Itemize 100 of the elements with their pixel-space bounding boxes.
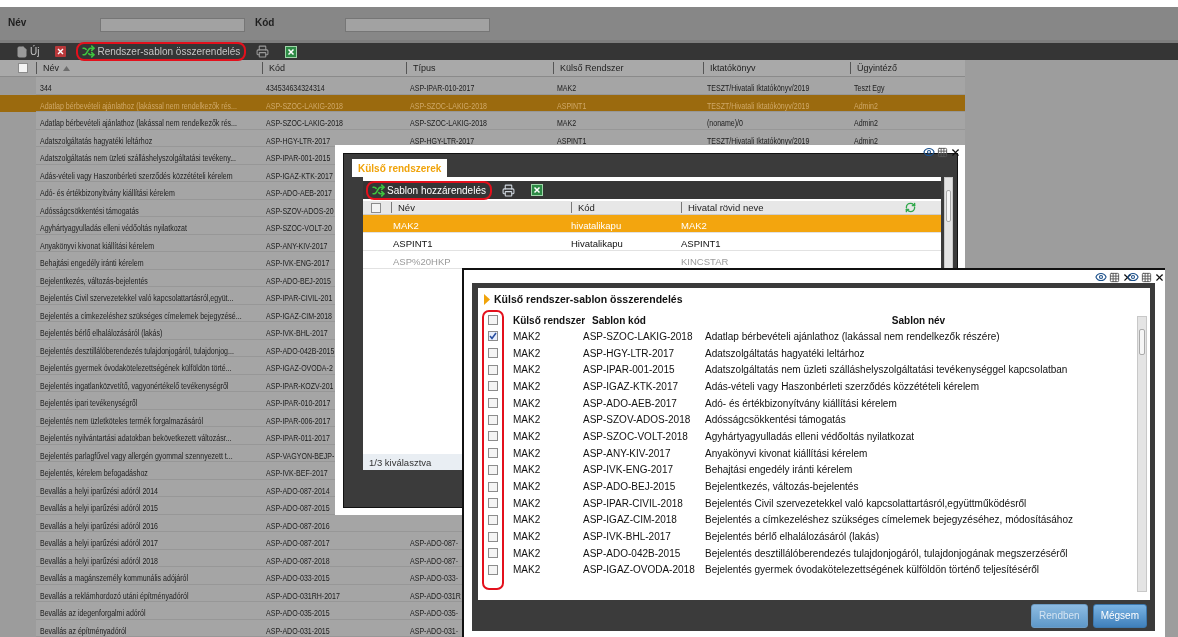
table-cell: ASP-IPAR-011-2017 xyxy=(266,432,330,443)
table-row[interactable]: Adatlap bérbevételi ajánlathoz (lakással nem rendelkezők rés... ASP-SZOC-LAKIG-2018 ASP-SZOC-LAKIG-2018 MAK2 (noname)/0 Admin2 xyxy=(0,112,965,130)
table-cell: Bejelentés a címkezeléshez szükséges címelemek bejegyzésé... xyxy=(40,309,242,321)
table-cell-text: Adósságcsökkentési támogatás xyxy=(704,414,847,426)
column-header[interactable]: Név xyxy=(43,63,59,73)
table-cell: Bevallás a helyi iparűzési adóról 2016 xyxy=(40,519,159,531)
checkbox[interactable] xyxy=(488,348,498,359)
table-cell: ASP-IVK-ENG-2017 xyxy=(266,257,330,268)
table-cell-text: ASP-ADO-BEJ-2015 xyxy=(582,481,677,493)
table-cell: Bejelentés ipari tevékenységről xyxy=(40,397,138,408)
table-row[interactable]: 344 434534634324314 ASP-IPAR-010-2017 MAK2 TESZT/Hivatali Iktatókönyv/2019 Teszt Egy xyxy=(0,77,965,95)
table-cell: ASP-IPAR-001-2015 xyxy=(266,152,331,163)
checkbox[interactable] xyxy=(18,63,28,73)
table-cell-text: ASP-SZOV-ADOS-2018 xyxy=(582,414,692,426)
table-cell: Adatlap bérbevételi ajánlathoz (lakással nem rendelkezők rés... xyxy=(40,117,237,128)
checkbox[interactable] xyxy=(488,331,498,342)
table-cell: Bevallás a helyi iparűzési adóról 2018 xyxy=(40,554,159,566)
checkbox[interactable] xyxy=(488,464,498,475)
table-cell-text: MAK2 xyxy=(512,347,542,359)
checkbox[interactable] xyxy=(488,498,498,509)
table-cell: hivatalikapu xyxy=(571,220,622,231)
checkbox[interactable] xyxy=(488,448,498,459)
table-cell: ASP-ADO-087-2016 xyxy=(266,519,330,531)
column-header[interactable]: Típus xyxy=(413,63,436,73)
column-header[interactable]: Kód xyxy=(269,63,285,73)
table-cell-text: MAK2 xyxy=(512,430,542,442)
table-cell-text: ASP-IVK-ENG-2017 xyxy=(582,464,675,476)
table-cell-text: ASP-IGAZ-KTK-2017 xyxy=(582,380,680,392)
eye-icon[interactable] xyxy=(923,146,935,158)
table-cell: Bevallás a reklámhordozó utáni építményadóról xyxy=(40,589,189,601)
checkbox[interactable] xyxy=(371,202,381,213)
close-icon[interactable] xyxy=(1154,271,1165,283)
table-cell: (noname)/0 xyxy=(707,117,743,128)
table-cell-text: MAK2 xyxy=(512,547,542,559)
column-header[interactable]: Kód xyxy=(571,202,681,213)
table-cell: ASP-IVK-BHL-2017 xyxy=(266,327,328,338)
table-cell: Bevallás a magánszemély kommunális adójáról xyxy=(40,572,189,583)
table-cell: ASP-ADO-031RH-2017 xyxy=(266,589,340,601)
table-cell: 344 xyxy=(40,82,52,93)
table-cell: ASP-ADO-087-2018 xyxy=(266,554,330,566)
checkbox[interactable] xyxy=(488,564,498,575)
table-cell: ASP-IVK-BEF-2017 xyxy=(266,467,328,478)
table-cell-text: Behajtási engedély iránti kérelem xyxy=(704,464,854,476)
column-header[interactable]: Sablon név xyxy=(891,314,946,326)
field-label: Kód xyxy=(255,16,276,28)
spreadsheet-icon xyxy=(285,45,298,58)
table-cell-text: Bejelentkezés, változás-bejelentés xyxy=(704,481,860,493)
checkbox[interactable] xyxy=(488,364,498,375)
table-cell: ASP-ADO-031-2015 xyxy=(266,624,330,636)
refresh-icon[interactable] xyxy=(905,202,916,213)
column-header[interactable]: Hivatal rövid neve xyxy=(681,202,905,213)
checkbox[interactable] xyxy=(488,481,498,492)
assign-button[interactable]: Sablon hozzárendelés xyxy=(366,180,492,200)
table-cell: ASP-IGAZ-CIM-2018 xyxy=(266,309,332,321)
column-header[interactable]: Iktatókönyv xyxy=(710,63,756,73)
table-cell-text: MAK2 xyxy=(512,514,542,526)
dialog-title: Külső rendszer-sablon összerendelés xyxy=(494,293,683,305)
shuffle-icon xyxy=(82,45,96,58)
shuffle-icon xyxy=(372,183,385,197)
table-cell-text: ASP-HGY-LTR-2017 xyxy=(582,347,676,359)
table-cell-text: MAK2 xyxy=(512,531,542,543)
table-cell: KINCSTAR xyxy=(681,256,729,267)
eye-icon[interactable] xyxy=(1095,271,1107,283)
column-header[interactable]: Név xyxy=(391,202,571,213)
table-cell: Bejelentés ingatlanközvetítő, vagyonértékelő tevékenységről xyxy=(40,379,229,391)
checkbox[interactable] xyxy=(488,431,498,442)
checkbox[interactable] xyxy=(488,414,498,425)
column-header[interactable]: Ügyintéző xyxy=(857,63,898,73)
filter-input[interactable] xyxy=(100,18,245,32)
table-cell-text: MAK2 xyxy=(512,380,542,392)
table-cell-text: ASP-SZOC-LAKIG-2018 xyxy=(582,330,694,342)
checkbox[interactable] xyxy=(488,531,498,542)
table-cell: ASP-IGAZ-KTK-2017 xyxy=(266,169,333,181)
eye-icon[interactable] xyxy=(1127,271,1139,283)
column-header[interactable]: Külső Rendszer xyxy=(560,63,624,73)
grid-icon[interactable] xyxy=(1141,271,1152,283)
table-cell-text: ASP-ANY-KIV-2017 xyxy=(582,447,672,459)
table-cell-text: MAK2 xyxy=(512,397,542,409)
table-cell: ASPINT1 xyxy=(681,238,721,249)
table-cell: MAK2 xyxy=(681,220,707,231)
checkbox[interactable] xyxy=(488,381,498,392)
spreadsheet-icon xyxy=(530,184,543,196)
scrollbar[interactable] xyxy=(1137,316,1147,592)
grid-icon[interactable] xyxy=(937,146,948,158)
delete-icon xyxy=(55,46,67,57)
new-button[interactable]: Új xyxy=(10,42,46,61)
table-cell-text: ASP-IGAZ-OVODA-2018 xyxy=(582,564,696,576)
table-cell-text: ASP-IGAZ-CIM-2018 xyxy=(582,514,678,526)
checkbox[interactable] xyxy=(488,514,498,525)
filter-input[interactable] xyxy=(345,18,490,32)
table-cell: ASP-ADO-087- xyxy=(410,537,459,548)
table-cell-text: Bejelentés bérlő elhalálozásáról (lakás) xyxy=(704,531,880,543)
checkbox[interactable] xyxy=(488,315,498,325)
table-cell: ASP-SZOC-LAKIG-2018 xyxy=(266,99,343,111)
grid-icon[interactable] xyxy=(1109,271,1120,283)
selection-count: 1/3 kiválasztva xyxy=(369,456,432,468)
checkbox[interactable] xyxy=(488,548,498,559)
checkbox[interactable] xyxy=(488,398,498,409)
table-cell-text: MAK2 xyxy=(512,447,542,459)
table-cell-text: Adatlap bérbevételi ajánlathoz (lakással nem rendelkezők részére) xyxy=(704,330,1001,342)
